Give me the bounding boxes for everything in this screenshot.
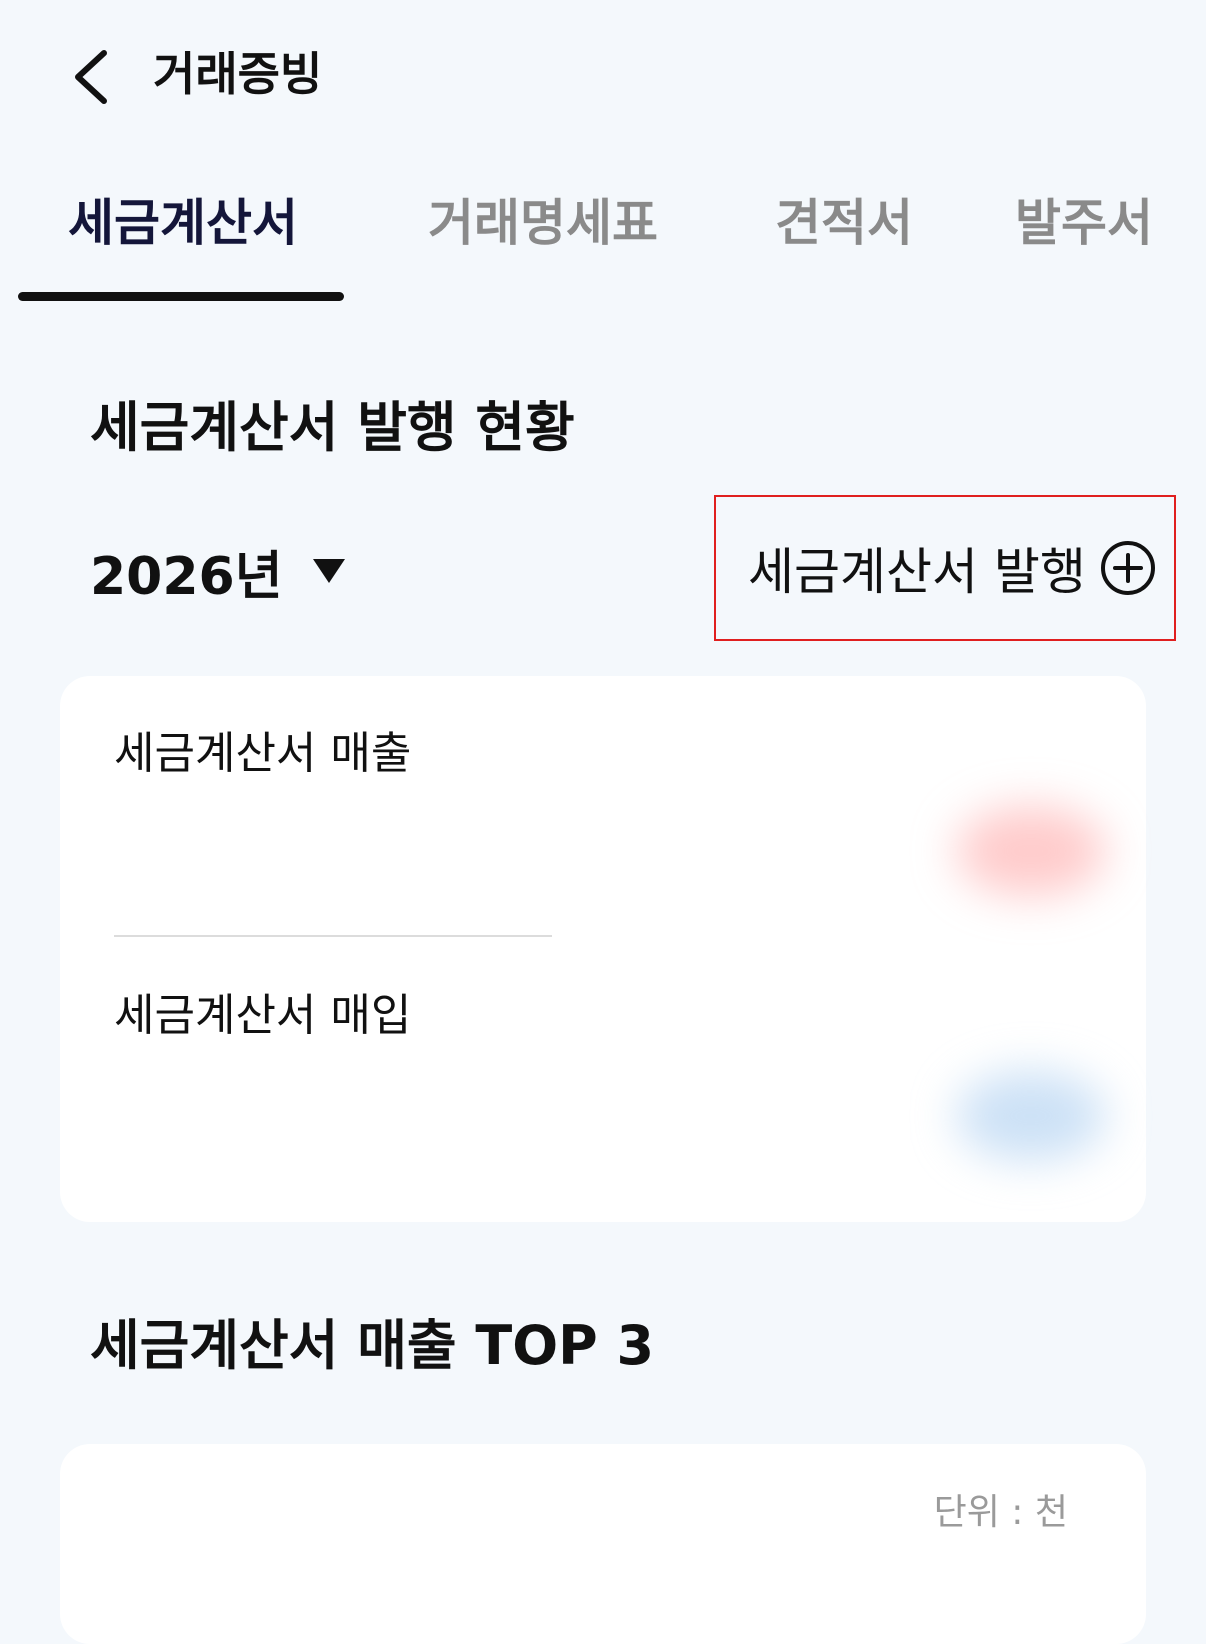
year-label: 2026년 xyxy=(90,546,283,607)
unit-label: 단위 : 천 xyxy=(933,1492,1068,1533)
card-divider xyxy=(114,935,552,937)
top3-title: 세금계산서 매출 TOP 3 xyxy=(90,1314,655,1377)
purchase-chart-placeholder xyxy=(956,1071,1106,1161)
year-selector[interactable]: 2026년 xyxy=(90,535,345,607)
issue-tax-invoice-button[interactable]: 세금계산서 발행 xyxy=(714,495,1176,641)
caret-down-icon xyxy=(312,559,345,583)
tab-bar: 세금계산서 거래명세표 견적서 발주서 xyxy=(0,180,1206,301)
top3-card: 단위 : 천 xyxy=(60,1444,1146,1644)
plus-circle-icon xyxy=(1100,541,1155,595)
chevron-left-icon xyxy=(75,50,107,104)
purchase-label: 세금계산서 매입 xyxy=(114,990,412,1041)
tab-quotation[interactable]: 견적서 xyxy=(775,188,913,258)
active-tab-indicator xyxy=(18,292,344,301)
back-button[interactable] xyxy=(60,42,120,112)
app-header: 거래증빙 xyxy=(0,0,1206,150)
page-title: 거래증빙 xyxy=(153,47,323,101)
issue-button-label: 세금계산서 발행 xyxy=(748,543,1086,601)
tab-transaction-statement[interactable]: 거래명세표 xyxy=(428,188,658,258)
issue-status-title: 세금계산서 발행 현황 xyxy=(90,396,575,459)
tab-purchase-order[interactable]: 발주서 xyxy=(1015,188,1153,258)
sales-chart-placeholder xyxy=(956,806,1106,896)
tab-tax-invoice[interactable]: 세금계산서 xyxy=(68,188,298,258)
issue-summary-card: 세금계산서 매출 세금계산서 매입 xyxy=(60,676,1146,1222)
sales-label: 세금계산서 매출 xyxy=(114,728,412,779)
